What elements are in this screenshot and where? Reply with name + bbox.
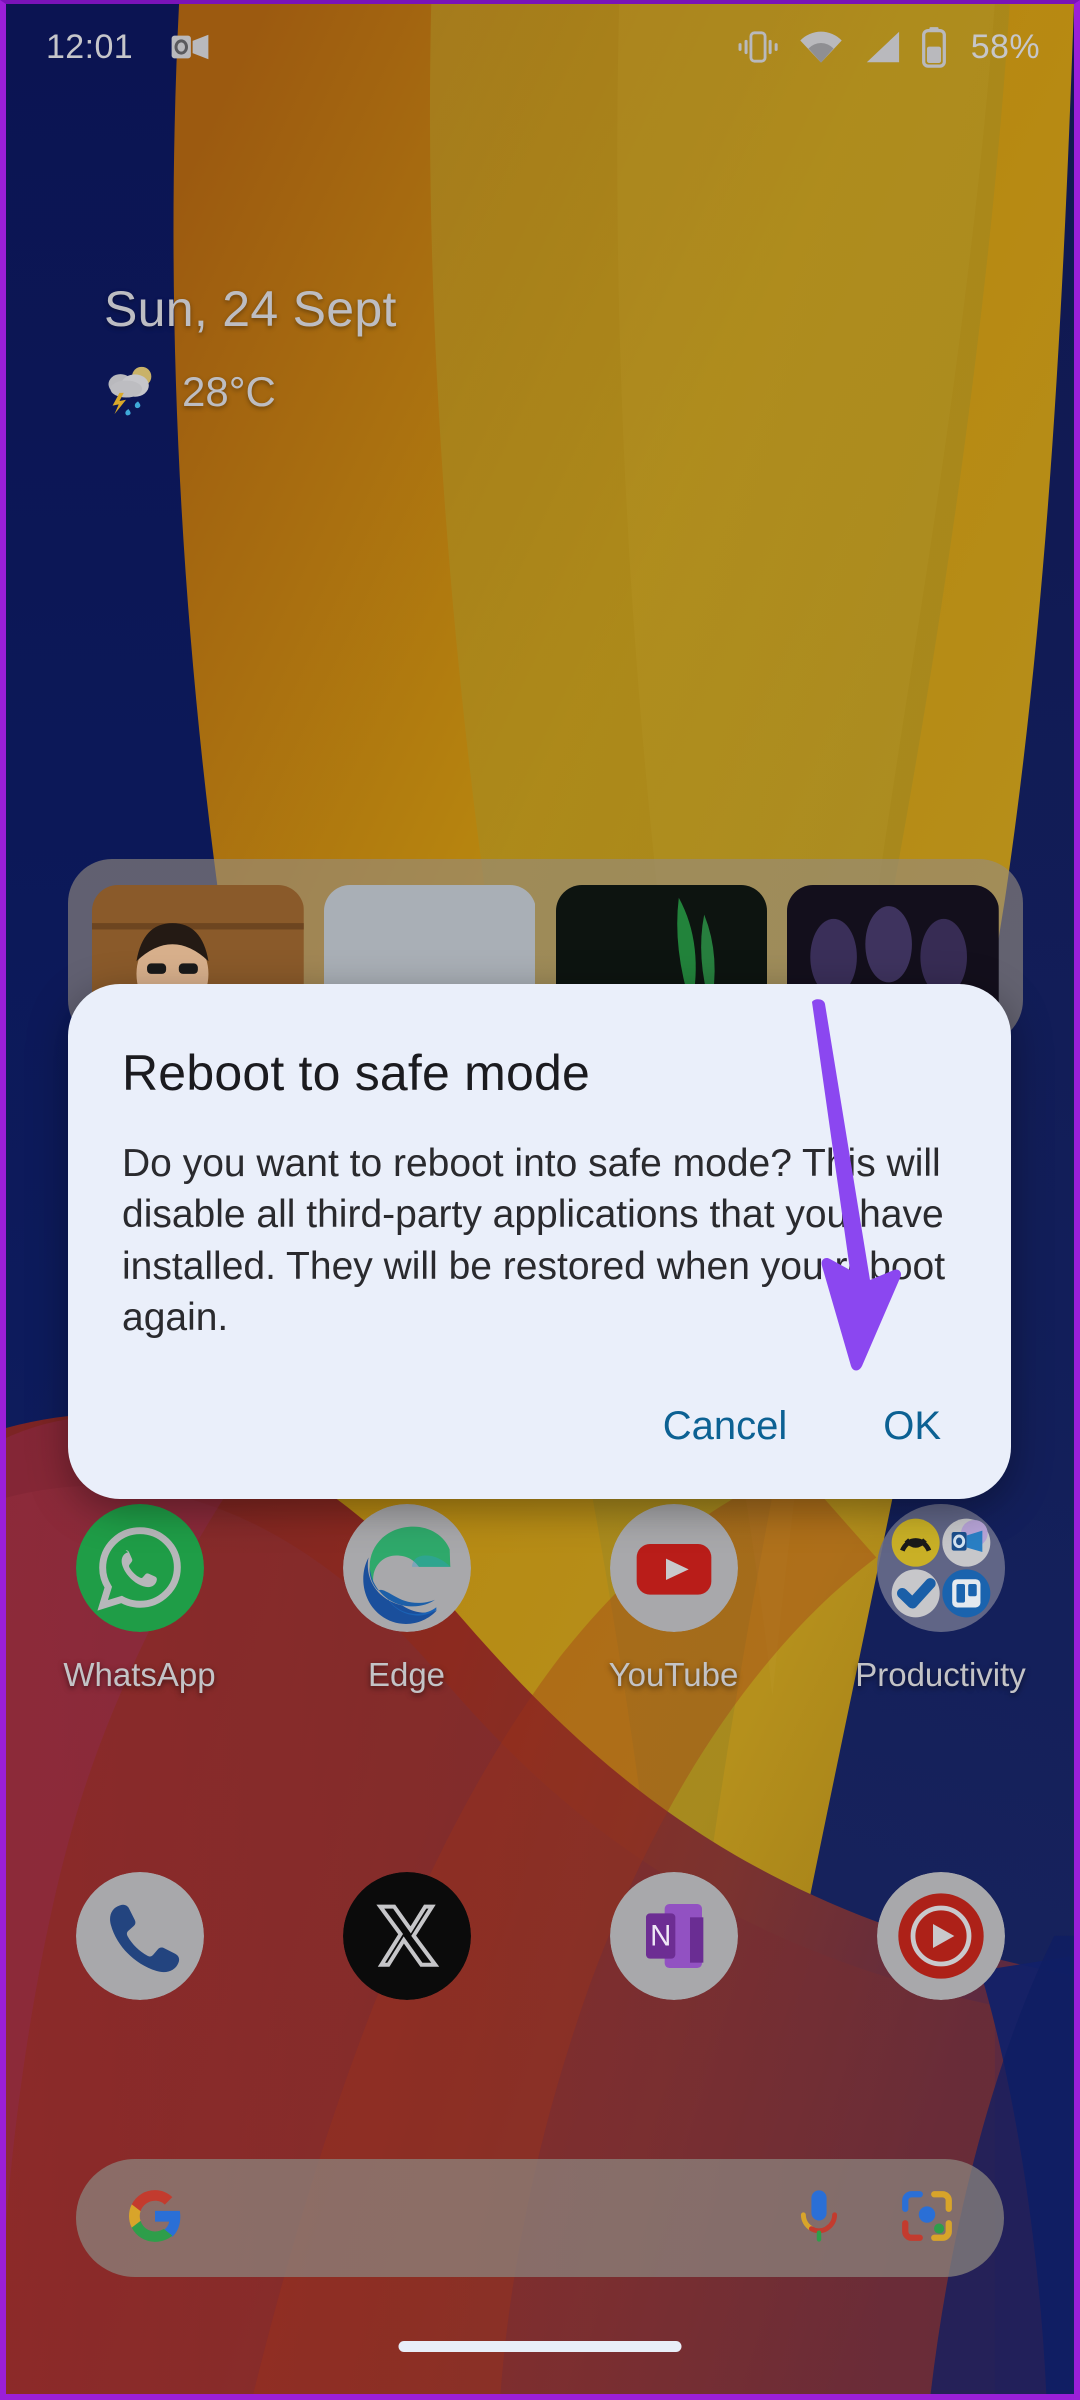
dialog-button-bar: Cancel OK — [122, 1396, 957, 1465]
youtube-music-icon[interactable] — [876, 1872, 1005, 2000]
app-folder-productivity[interactable]: Productivity — [807, 1504, 1074, 1694]
app-phone[interactable] — [6, 1872, 273, 2000]
date-weather-widget[interactable]: Sun, 24 Sept 28°C — [104, 284, 397, 421]
app-youtube-music[interactable] — [807, 1872, 1074, 2000]
x-twitter-icon[interactable] — [342, 1872, 471, 2000]
microphone-icon[interactable] — [792, 2187, 846, 2250]
battery-percent: 58% — [970, 27, 1040, 66]
onenote-icon[interactable]: N — [609, 1872, 738, 2000]
app-x-twitter[interactable] — [273, 1872, 540, 2000]
cancel-button[interactable]: Cancel — [657, 1396, 794, 1457]
app-whatsapp[interactable]: WhatsApp — [6, 1504, 273, 1694]
ok-button[interactable]: OK — [877, 1396, 947, 1457]
status-bar: 12:01 58% — [6, 4, 1074, 90]
dialog-body: Do you want to reboot into safe mode? Th… — [122, 1142, 946, 1340]
app-label: WhatsApp — [63, 1656, 216, 1693]
google-lens-icon[interactable] — [898, 2187, 956, 2250]
google-search-bar[interactable] — [76, 2159, 1004, 2277]
phone-icon[interactable] — [75, 1872, 204, 2000]
app-label: Edge — [367, 1656, 446, 1693]
outlook-notification-icon — [169, 26, 211, 68]
reboot-safe-mode-dialog: Reboot to safe mode Do you want to reboo… — [68, 984, 1011, 1499]
temperature-label: 28°C — [182, 367, 276, 415]
app-onenote[interactable]: N — [540, 1872, 807, 2000]
wifi-icon — [798, 28, 844, 66]
microsoft-edge-icon[interactable] — [342, 1504, 471, 1632]
status-clock: 12:01 — [46, 27, 134, 66]
battery-icon — [920, 26, 948, 68]
home-gesture-bar[interactable] — [398, 2341, 682, 2352]
youtube-icon[interactable] — [609, 1504, 738, 1632]
thunderstorm-rain-icon — [104, 362, 162, 421]
whatsapp-icon[interactable] — [75, 1504, 204, 1632]
google-g-icon — [124, 2185, 186, 2252]
app-youtube[interactable]: YouTube — [540, 1504, 807, 1694]
phone-screen: 12:01 58% Sun, 24 Sept 28°C WhatsApp Edg… — [0, 0, 1080, 2400]
dock-row: N — [6, 1872, 1074, 2000]
app-label: Productivity — [855, 1656, 1026, 1693]
app-label: YouTube — [608, 1656, 739, 1693]
app-row-1: WhatsApp Edge YouTube Productivity — [6, 1504, 1074, 1694]
signal-icon — [861, 28, 903, 66]
folder-icon[interactable] — [876, 1504, 1005, 1632]
svg-text:N: N — [650, 1919, 671, 1952]
dialog-title: Reboot to safe mode — [122, 1045, 590, 1101]
vibrate-icon — [735, 28, 781, 66]
app-edge[interactable]: Edge — [273, 1504, 540, 1694]
date-label: Sun, 24 Sept — [104, 281, 397, 337]
